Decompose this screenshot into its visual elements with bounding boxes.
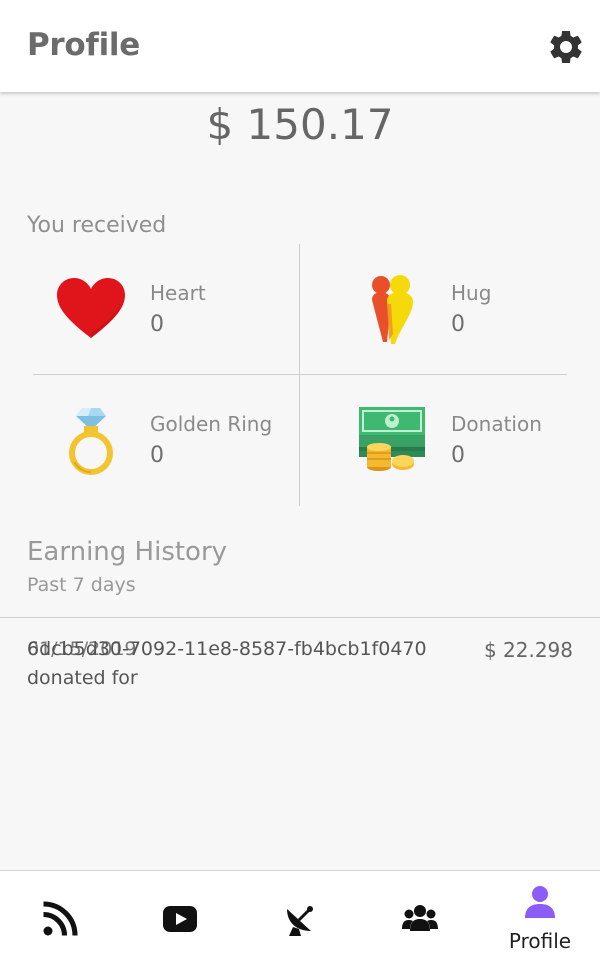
grid-divider-horizontal — [33, 374, 567, 375]
gear-icon[interactable] — [546, 27, 586, 67]
app-bar: Profile — [0, 0, 600, 92]
satellite-dish-icon — [287, 906, 313, 936]
balance-amount: $ 150.17 — [206, 100, 394, 149]
entry-note: donated for — [27, 667, 138, 689]
nav-profile-label: Profile — [508, 929, 572, 953]
user-icon — [525, 886, 555, 918]
gift-name: Hug — [451, 281, 492, 305]
gift-count: 0 — [451, 443, 465, 468]
gift-count: 0 — [451, 312, 465, 337]
earning-history-title: Earning History — [27, 537, 228, 567]
gift-name: Heart — [150, 281, 206, 305]
entry-amount: $ 22.298 — [483, 638, 573, 662]
heart-icon — [57, 278, 125, 338]
hug-icon — [372, 275, 413, 344]
nav-profile[interactable]: Profile — [480, 871, 600, 960]
received-label: You received — [27, 213, 167, 238]
users-icon — [402, 905, 438, 931]
earning-history-subtitle: Past 7 days — [27, 574, 136, 596]
money-icon — [359, 407, 425, 471]
nav-broadcast[interactable] — [240, 871, 360, 960]
youtube-icon — [163, 906, 197, 932]
ring-icon — [69, 408, 113, 475]
grid-divider-vertical — [299, 244, 300, 506]
gift-count: 0 — [150, 443, 164, 468]
page-title: Profile — [27, 27, 140, 63]
history-divider — [0, 617, 600, 618]
gift-count: 0 — [150, 312, 164, 337]
rss-feed-icon — [43, 901, 78, 936]
gift-name: Golden Ring — [150, 412, 273, 436]
bottom-nav: Profile — [0, 870, 600, 960]
nav-feed[interactable] — [0, 871, 120, 960]
entry-id: 6dcb5d30-7092-11e8-8587-fb4bcb1f0470 — [27, 638, 427, 660]
nav-videos[interactable] — [120, 871, 240, 960]
nav-community[interactable] — [360, 871, 480, 960]
gift-name: Donation — [451, 412, 542, 436]
